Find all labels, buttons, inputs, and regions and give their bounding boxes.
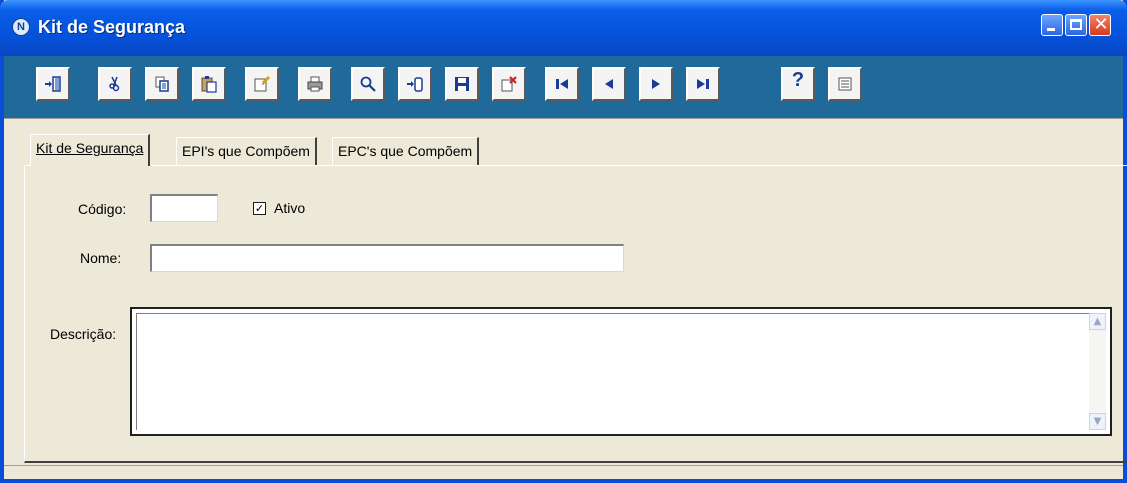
tab-label: EPC's que Compõem xyxy=(338,143,473,159)
list-view-button[interactable] xyxy=(828,67,862,101)
minimize-icon xyxy=(1047,28,1055,31)
help-button[interactable]: ? xyxy=(781,67,815,101)
copy-button[interactable] xyxy=(145,67,179,101)
paste-icon xyxy=(201,76,217,93)
exit-button[interactable] xyxy=(36,67,70,101)
scissors-icon xyxy=(109,76,120,92)
codigo-label: Código: xyxy=(78,201,127,217)
scroll-down-icon[interactable]: ▼ xyxy=(1089,413,1106,430)
close-icon: ✕ xyxy=(1093,14,1109,35)
descricao-label: Descrição: xyxy=(50,326,117,342)
descricao-field[interactable]: ▲ ▼ xyxy=(130,307,1112,436)
tab-epcs-que-compoem[interactable]: EPC's que Compõem xyxy=(332,137,480,165)
descricao-scrollbar[interactable]: ▲ ▼ xyxy=(1089,313,1106,430)
next-record-icon xyxy=(652,79,660,89)
floppy-disk-icon xyxy=(455,77,469,91)
next-record-button[interactable] xyxy=(639,67,673,101)
tab-epis-que-compoem[interactable]: EPI's que Compõem xyxy=(176,137,317,165)
save-button[interactable] xyxy=(445,67,479,101)
previous-record-button[interactable] xyxy=(592,67,626,101)
last-record-icon xyxy=(697,79,709,89)
copy-icon xyxy=(155,76,169,92)
descricao-textarea[interactable] xyxy=(136,313,1106,430)
help-icon: ? xyxy=(791,69,805,91)
previous-record-icon xyxy=(605,79,613,89)
toolbar: ? xyxy=(4,56,1123,118)
ativo-label: Ativo xyxy=(274,200,306,216)
ativo-checkbox[interactable]: ✓ xyxy=(253,202,266,215)
search-button[interactable] xyxy=(351,67,385,101)
print-button[interactable] xyxy=(298,67,332,101)
last-record-button[interactable] xyxy=(686,67,720,101)
insert-record-icon xyxy=(407,77,423,92)
printer-icon xyxy=(307,76,323,92)
close-button[interactable]: ✕ xyxy=(1089,14,1111,36)
window-bottom-divider xyxy=(4,465,1123,466)
window-title: Kit de Segurança xyxy=(38,17,186,37)
first-record-button[interactable] xyxy=(545,67,579,101)
maximize-icon xyxy=(1070,19,1082,30)
delete-record-icon xyxy=(501,76,517,92)
client-area-top xyxy=(4,118,1123,129)
tab-label: EPI's que Compõem xyxy=(182,143,310,159)
nome-label: Nome: xyxy=(80,250,122,266)
paste-button[interactable] xyxy=(192,67,226,101)
minimize-button[interactable] xyxy=(1041,14,1063,36)
nome-field[interactable] xyxy=(150,244,624,272)
maximize-button[interactable] xyxy=(1065,14,1087,36)
cut-button[interactable] xyxy=(98,67,132,101)
app-icon: N xyxy=(12,18,30,36)
tab-kit-de-seguranca[interactable]: Kit de Segurança xyxy=(30,134,151,166)
first-record-icon xyxy=(556,79,568,89)
app-window: N Kit de Segurança ✕ ? Kit de Segurança … xyxy=(0,0,1127,483)
title-bar[interactable]: N Kit de Segurança ✕ xyxy=(0,0,1127,56)
insert-button[interactable] xyxy=(398,67,432,101)
list-view-icon xyxy=(838,77,852,91)
scroll-up-icon[interactable]: ▲ xyxy=(1089,313,1106,330)
edit-button[interactable] xyxy=(245,67,279,101)
edit-note-icon xyxy=(254,75,271,92)
magnifier-icon xyxy=(360,76,376,92)
tab-label: Kit de Segurança xyxy=(36,140,144,156)
codigo-field[interactable] xyxy=(150,194,218,222)
exit-door-icon xyxy=(45,76,61,92)
delete-button[interactable] xyxy=(492,67,526,101)
